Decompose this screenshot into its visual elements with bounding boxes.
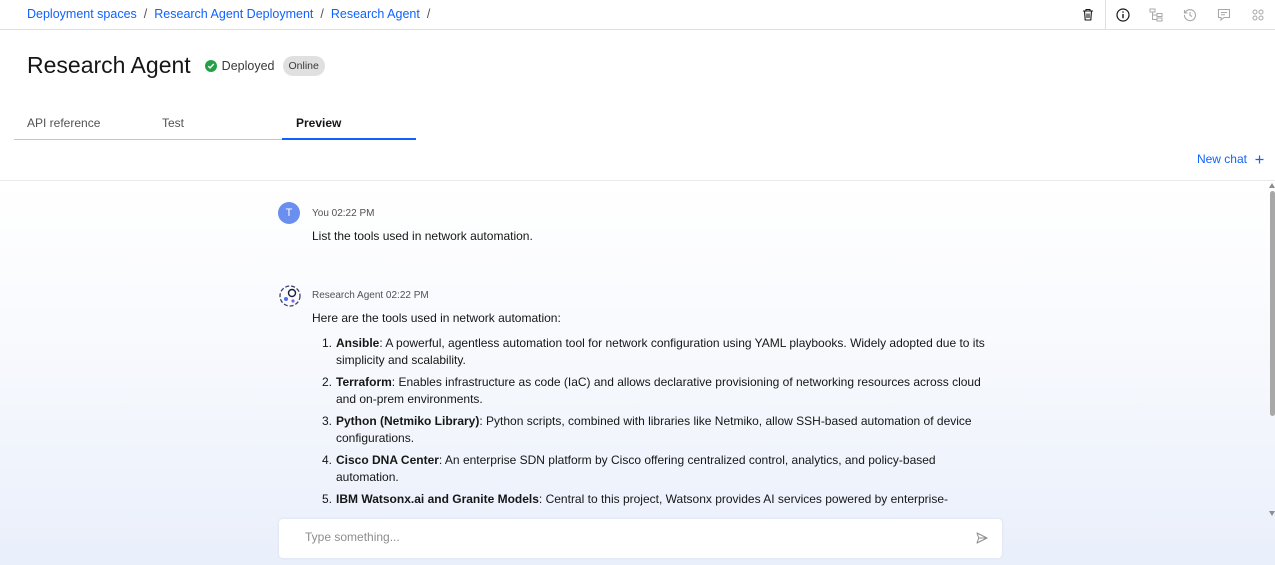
- new-chat-label: New chat: [1196, 152, 1247, 166]
- list-item: 2. Terraform: Enables infrastructure as c…: [322, 375, 981, 406]
- scrollbar[interactable]: [1269, 181, 1275, 521]
- list-item: 3. Python (Netmiko Library): Python scrip…: [322, 414, 972, 445]
- deployment-status: Deployed: [204, 58, 275, 73]
- info-button[interactable]: [1105, 0, 1139, 29]
- status-badge: Online: [282, 55, 325, 76]
- list-item: 1. Ansible: A powerful, agentless automat…: [322, 336, 985, 367]
- history-icon: [1183, 8, 1197, 21]
- chat-icon: [1217, 8, 1231, 21]
- scroll-down-arrow[interactable]: [1269, 511, 1275, 516]
- history-button[interactable]: [1173, 0, 1207, 29]
- add-icon: [1255, 155, 1264, 163]
- message-meta: Research Agent 02:22 PM: [312, 290, 429, 301]
- scroll-up-arrow[interactable]: [1269, 183, 1275, 188]
- new-chat-button[interactable]: New chat: [1197, 152, 1264, 166]
- top-bar: Deployment spaces / Research Agent Deplo…: [0, 0, 1275, 30]
- info-icon: [1115, 7, 1130, 22]
- breadcrumb-research-agent-deployment[interactable]: Research Agent Deployment: [154, 7, 313, 21]
- active-tab-indicator: [282, 138, 416, 140]
- tab-bar: API reference Test Preview: [14, 108, 416, 140]
- chat-input[interactable]: [305, 530, 945, 544]
- flow-button[interactable]: [1139, 0, 1173, 29]
- tools-list: 1. Ansible: A powerful, agentless automat…: [312, 335, 987, 513]
- scroll-thumb[interactable]: [1270, 191, 1275, 416]
- tab-preview[interactable]: Preview: [296, 116, 341, 130]
- message-meta: You 02:22 PM: [312, 208, 375, 219]
- checkmark-icon: [204, 59, 217, 72]
- chat-input-box: [279, 519, 1002, 558]
- message-text: Here are the tools used in network autom…: [312, 311, 561, 325]
- tab-api-reference[interactable]: API reference: [27, 116, 100, 130]
- apps-button[interactable]: [1241, 0, 1275, 29]
- delete-button[interactable]: [1071, 0, 1105, 29]
- list-item: 4. Cisco DNA Center: An enterprise SDN pl…: [322, 453, 936, 484]
- title-row: Research Agent Deployed Online: [27, 52, 325, 79]
- avatar: T: [278, 202, 300, 224]
- flow-icon: [1149, 8, 1163, 21]
- comments-button[interactable]: [1207, 0, 1241, 29]
- list-item: 5. IBM Watsonx.ai and Granite Models: Cen…: [322, 492, 948, 506]
- send-icon[interactable]: [976, 532, 988, 544]
- breadcrumb-separator: /: [320, 7, 324, 21]
- apps-icon: [1252, 9, 1264, 20]
- breadcrumb-separator: /: [143, 7, 148, 21]
- chat-area: T You 02:22 PM List the tools used in ne…: [0, 180, 1275, 565]
- breadcrumb-research-agent[interactable]: Research Agent: [331, 7, 420, 21]
- breadcrumb: Deployment spaces / Research Agent Deplo…: [27, 7, 430, 21]
- tab-test[interactable]: Test: [162, 116, 184, 130]
- message-text: List the tools used in network automatio…: [312, 229, 533, 243]
- page-title: Research Agent: [27, 52, 191, 78]
- trash-icon: [1083, 8, 1093, 21]
- toolbar: [1071, 0, 1275, 29]
- status-text: Deployed: [221, 58, 275, 73]
- breadcrumb-deployment-spaces[interactable]: Deployment spaces: [27, 7, 137, 21]
- agent-icon: [279, 285, 301, 307]
- breadcrumb-separator: /: [426, 7, 431, 21]
